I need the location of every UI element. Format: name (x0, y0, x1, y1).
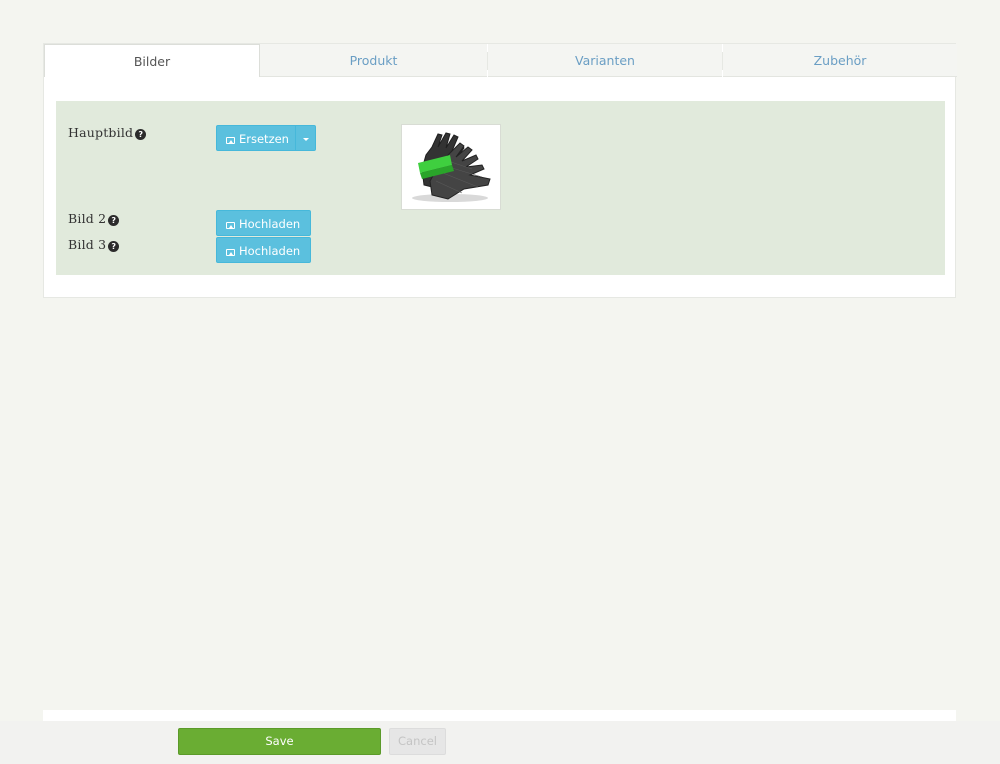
upload-button-label: Hochladen (239, 244, 301, 258)
upload-icon (226, 137, 235, 144)
upload-icon (226, 222, 235, 229)
upload-button-image2[interactable]: Hochladen (216, 210, 311, 236)
main-image-thumbnail[interactable] (401, 124, 501, 210)
tab-bar: Bilder Produkt Varianten Zubehör (44, 44, 957, 77)
help-icon[interactable]: ? (108, 241, 120, 252)
main-image-label: Hauptbild? (68, 125, 147, 140)
upload-button-main[interactable]: Hochladen (217, 211, 308, 237)
upload-icon (226, 249, 235, 256)
tab-varianten[interactable]: Varianten (488, 44, 722, 77)
help-icon[interactable]: ? (108, 215, 120, 226)
tab-produkt[interactable]: Produkt (260, 44, 487, 77)
save-button[interactable]: Save (178, 728, 381, 755)
tab-bilder[interactable]: Bilder (44, 44, 260, 77)
image2-label-text: Bild 2 (68, 211, 107, 226)
replace-button-label: Ersetzen (239, 132, 289, 146)
replace-button[interactable]: Ersetzen (216, 125, 316, 151)
main-image-label-text: Hauptbild (68, 125, 134, 140)
replace-button-main[interactable]: Ersetzen (217, 126, 297, 152)
tab-zubehoer[interactable]: Zubehör (723, 44, 957, 77)
action-footer (0, 721, 1000, 764)
product-edit-panel: Bilder Produkt Varianten Zubehör Hauptbi… (43, 43, 957, 298)
image2-label: Bild 2? (68, 211, 120, 226)
help-icon[interactable]: ? (135, 129, 147, 140)
glove-image (412, 132, 491, 202)
upload-button-main[interactable]: Hochladen (217, 238, 308, 264)
image-upload-section: Hauptbild? Ersetzen Bild 2 ? Hochladen B… (56, 101, 945, 275)
image3-label: Bild 3? (68, 237, 120, 252)
upload-button-label: Hochladen (239, 217, 301, 231)
image3-label-text: Bild 3 (68, 237, 107, 252)
upload-button-image3[interactable]: Hochladen (216, 237, 311, 263)
cancel-button[interactable]: Cancel (389, 728, 446, 755)
chevron-down-icon (302, 138, 309, 141)
replace-dropdown-toggle[interactable] (295, 126, 315, 150)
